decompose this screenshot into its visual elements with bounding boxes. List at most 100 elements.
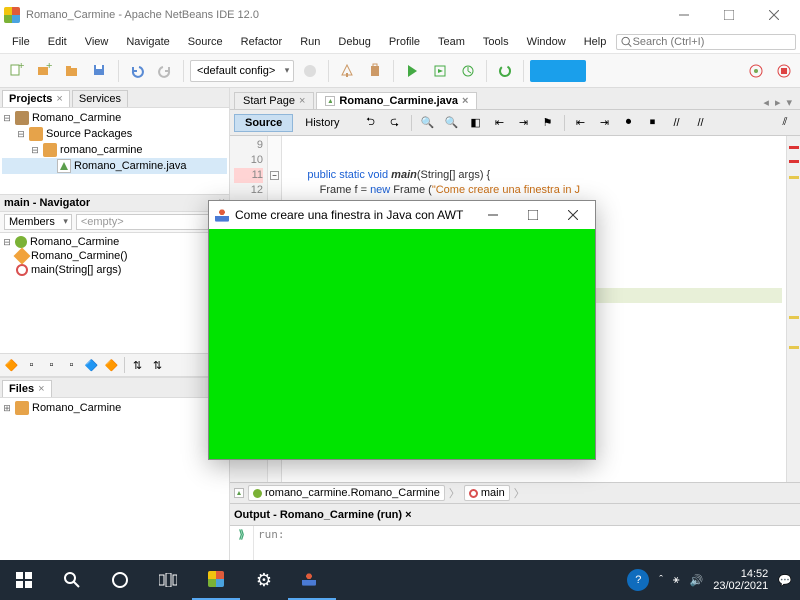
close-icon[interactable]: × bbox=[38, 383, 44, 395]
awt-maximize-button[interactable] bbox=[513, 201, 553, 229]
macro-stop-button[interactable]: ⏹ bbox=[642, 113, 664, 133]
menu-source[interactable]: Source bbox=[180, 33, 231, 51]
nav-filter-1[interactable]: 🔶 bbox=[2, 356, 21, 375]
menu-tools[interactable]: Tools bbox=[475, 33, 517, 51]
nav-sort-1[interactable]: ⇅ bbox=[128, 356, 147, 375]
network-icon[interactable]: ⚹ bbox=[673, 574, 680, 587]
tab-services[interactable]: Services bbox=[72, 90, 128, 107]
volume-icon[interactable]: 🔊 bbox=[690, 574, 704, 587]
menu-debug[interactable]: Debug bbox=[330, 33, 378, 51]
menu-navigate[interactable]: Navigate bbox=[118, 33, 177, 51]
class-node[interactable]: Romano_Carmine bbox=[30, 236, 119, 248]
awt-minimize-button[interactable] bbox=[473, 201, 513, 229]
build-button[interactable] bbox=[335, 59, 359, 83]
java-file-node[interactable]: Romano_Carmine.java bbox=[74, 160, 187, 172]
taskbar-java[interactable] bbox=[288, 560, 336, 600]
nav-filter-4[interactable]: ▫ bbox=[62, 356, 81, 375]
tab-right-icon[interactable]: ▸ bbox=[775, 96, 781, 109]
close-icon[interactable]: × bbox=[56, 93, 62, 105]
close-icon[interactable]: × bbox=[299, 95, 305, 107]
members-select[interactable]: Members bbox=[4, 214, 72, 230]
source-packages-node[interactable]: Source Packages bbox=[46, 128, 132, 140]
undo-button[interactable] bbox=[125, 59, 149, 83]
nav-filter-3[interactable]: ▫ bbox=[42, 356, 61, 375]
maximize-button[interactable] bbox=[706, 0, 751, 30]
source-view-button[interactable]: Source bbox=[234, 114, 293, 132]
stop-icon[interactable] bbox=[772, 59, 796, 83]
tab-projects[interactable]: Projects× bbox=[2, 90, 70, 107]
find-selection-button[interactable]: 🔍 bbox=[417, 113, 439, 133]
files-tree[interactable]: ⊞Romano_Carmine bbox=[0, 398, 229, 568]
rerun-icon[interactable]: ⟫ bbox=[238, 528, 244, 541]
breadcrumb-method[interactable]: main bbox=[464, 485, 510, 501]
method-node[interactable]: main(String[] args) bbox=[31, 264, 121, 276]
menu-edit[interactable]: Edit bbox=[40, 33, 75, 51]
nav-filter-5[interactable]: 🔷 bbox=[82, 356, 101, 375]
search-input[interactable] bbox=[633, 36, 791, 48]
nav-forward-button[interactable]: ⮎ bbox=[384, 113, 406, 133]
awt-titlebar[interactable]: Come creare una finestra in Java con AWT bbox=[209, 201, 595, 229]
project-node[interactable]: Romano_Carmine bbox=[32, 112, 121, 124]
constructor-node[interactable]: Romano_Carmine() bbox=[31, 250, 128, 262]
menu-help[interactable]: Help bbox=[576, 33, 615, 51]
menu-profile[interactable]: Profile bbox=[381, 33, 428, 51]
macro-rec-button[interactable]: ⏺ bbox=[618, 113, 640, 133]
profile-button[interactable] bbox=[456, 59, 480, 83]
taskbar-netbeans[interactable] bbox=[192, 560, 240, 600]
run-config-select[interactable]: <default config> bbox=[190, 60, 294, 82]
close-button[interactable] bbox=[751, 0, 796, 30]
menu-team[interactable]: Team bbox=[430, 33, 473, 51]
close-icon[interactable]: × bbox=[405, 509, 411, 521]
cortana-button[interactable] bbox=[96, 560, 144, 600]
shift-left-button[interactable]: ⇤ bbox=[570, 113, 592, 133]
menu-view[interactable]: View bbox=[77, 33, 117, 51]
split-button[interactable]: ⫽ bbox=[774, 113, 796, 133]
package-node[interactable]: romano_carmine bbox=[60, 144, 143, 156]
navigator-tree[interactable]: ⊟Romano_Carmine Romano_Carmine() main(St… bbox=[0, 233, 229, 353]
error-marker[interactable] bbox=[789, 160, 799, 163]
shift-right-button[interactable]: ⇥ bbox=[594, 113, 616, 133]
awt-window[interactable]: Come creare una finestra in Java con AWT bbox=[208, 200, 596, 460]
breadcrumb-class[interactable]: romano_carmine.Romano_Carmine bbox=[248, 485, 445, 501]
notification-center-icon[interactable]: 💬 bbox=[778, 574, 792, 587]
tab-source-file[interactable]: Romano_Carmine.java× bbox=[316, 92, 477, 109]
warning-marker[interactable] bbox=[789, 316, 799, 319]
error-marker[interactable] bbox=[789, 146, 799, 149]
task-view-button[interactable] bbox=[144, 560, 192, 600]
error-stripe[interactable] bbox=[786, 136, 800, 482]
empty-select[interactable]: <empty> bbox=[76, 214, 225, 230]
warning-marker[interactable] bbox=[789, 346, 799, 349]
awt-close-button[interactable] bbox=[553, 201, 593, 229]
quick-search[interactable] bbox=[616, 34, 796, 50]
new-project-button[interactable]: + bbox=[32, 59, 56, 83]
fold-marker[interactable]: − bbox=[270, 171, 279, 180]
new-file-button[interactable]: + bbox=[4, 59, 28, 83]
debug-button[interactable] bbox=[428, 59, 452, 83]
open-project-button[interactable] bbox=[60, 59, 84, 83]
start-button[interactable] bbox=[0, 560, 48, 600]
next-bookmark-button[interactable]: ⇥ bbox=[513, 113, 535, 133]
config-dropdown-button[interactable] bbox=[298, 59, 322, 83]
tab-left-icon[interactable]: ◂ bbox=[763, 96, 769, 109]
nav-sort-2[interactable]: ⇅ bbox=[148, 356, 167, 375]
onedrive-icon[interactable]: ? bbox=[627, 569, 649, 591]
comment-button[interactable]: // bbox=[666, 113, 688, 133]
tab-list-icon[interactable]: ▾ bbox=[786, 96, 792, 109]
close-icon[interactable]: × bbox=[462, 95, 468, 107]
menu-window[interactable]: Window bbox=[519, 33, 574, 51]
reload-button[interactable] bbox=[493, 59, 517, 83]
history-view-button[interactable]: History bbox=[295, 115, 349, 131]
tab-files[interactable]: Files× bbox=[2, 380, 52, 397]
tab-start-page[interactable]: Start Page× bbox=[234, 92, 314, 109]
warning-marker[interactable] bbox=[789, 176, 799, 179]
run-button[interactable] bbox=[400, 59, 424, 83]
minimize-button[interactable] bbox=[661, 0, 706, 30]
nav-back-button[interactable]: ⮌ bbox=[360, 113, 382, 133]
pause-icon[interactable] bbox=[744, 59, 768, 83]
search-button[interactable] bbox=[48, 560, 96, 600]
nav-filter-6[interactable]: 🔶 bbox=[102, 356, 121, 375]
toggle-bookmark-button[interactable]: ⚑ bbox=[537, 113, 559, 133]
taskbar-settings[interactable]: ⚙ bbox=[240, 560, 288, 600]
system-clock[interactable]: 14:5223/02/2021 bbox=[713, 568, 768, 592]
files-root-node[interactable]: Romano_Carmine bbox=[32, 402, 121, 414]
